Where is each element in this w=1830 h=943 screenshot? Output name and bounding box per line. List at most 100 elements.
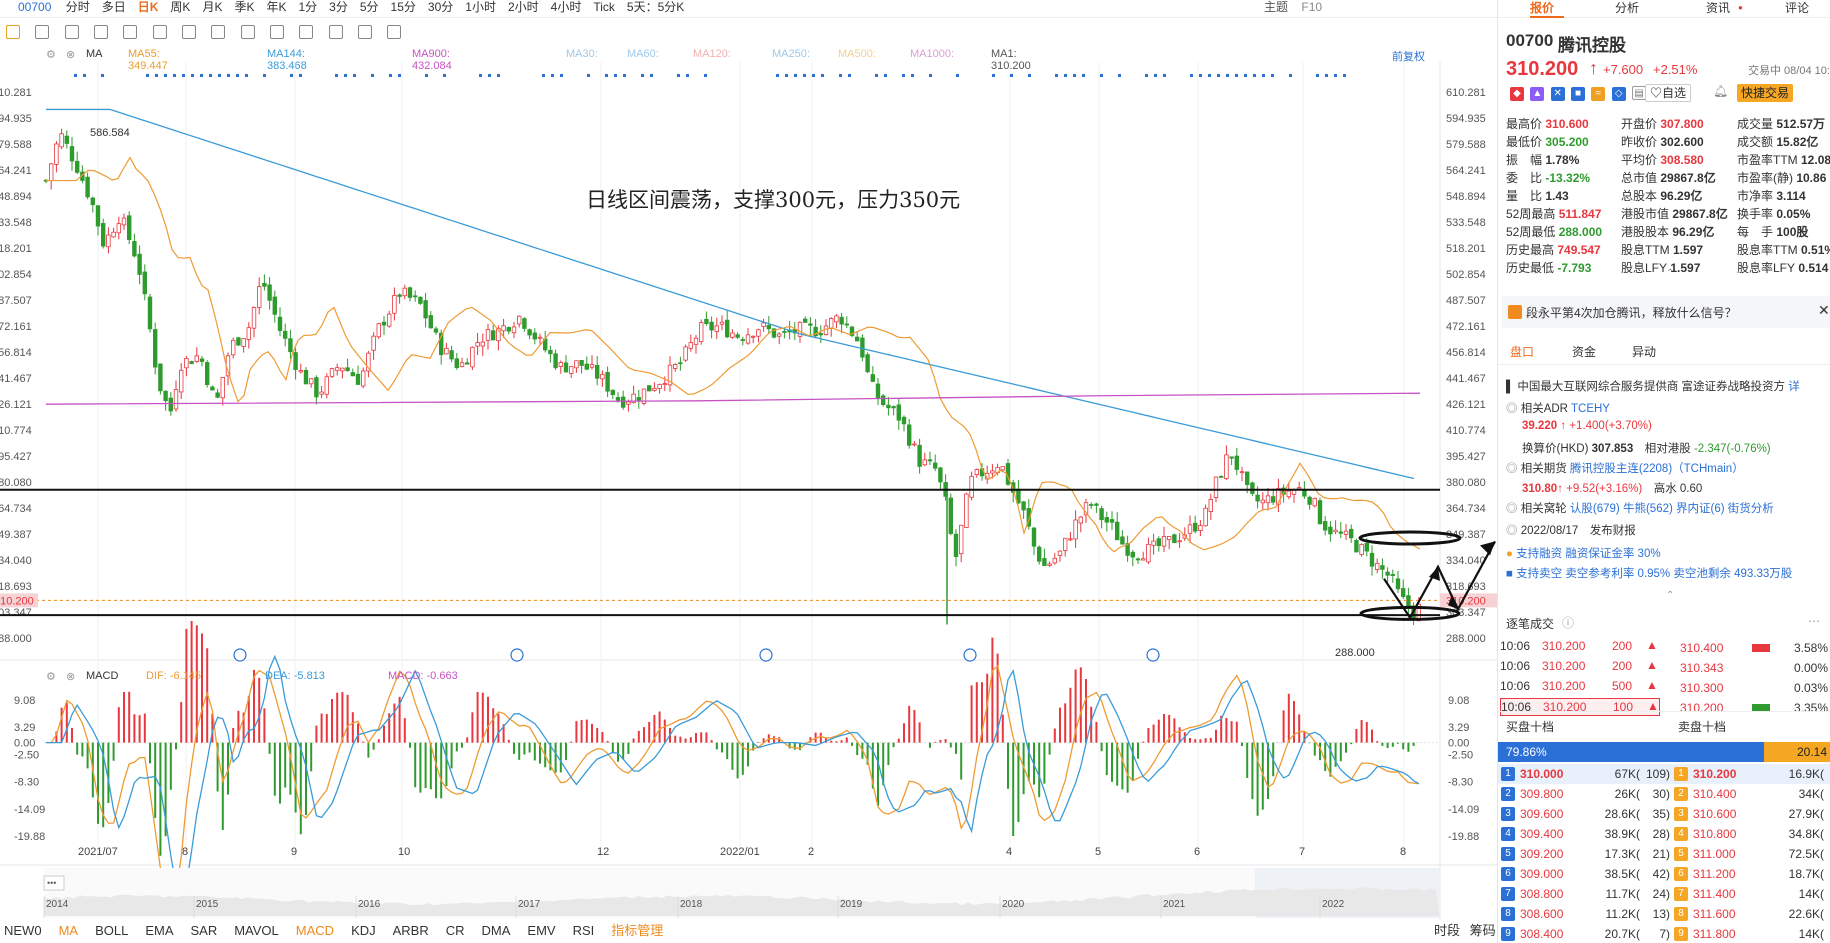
hk-icon[interactable]: ◆ — [1510, 87, 1524, 101]
event-dot — [146, 74, 149, 77]
candle-body — [589, 364, 595, 368]
futures-link[interactable]: 腾讯控股主连(2208)（TCHmain） — [1570, 463, 1744, 475]
event-dot — [884, 74, 887, 77]
adr-link[interactable]: TCEHY — [1571, 403, 1610, 415]
candle-body — [990, 470, 995, 474]
compare-icon[interactable]: ✕ — [1550, 87, 1565, 101]
indicator-4[interactable]: SAR — [190, 921, 217, 941]
street-link[interactable]: 街货分析 — [1728, 503, 1774, 515]
more-icon[interactable]: ⋯ — [1808, 614, 1820, 628]
more-link[interactable]: 详 — [1788, 381, 1800, 393]
main-chart[interactable]: 610.281 594.935 579.588 564.241 548.894 533.5… — [0, 0, 1497, 943]
indicator-7[interactable]: KDJ — [351, 921, 376, 941]
indicator-2[interactable]: BOLL — [95, 921, 128, 941]
candle-body — [1364, 542, 1369, 552]
macd-axis-label: -19.88 — [1448, 831, 1479, 843]
news-banner[interactable]: 段永平第4次加仓腾讯，释放什么信号？ ✕ — [1502, 296, 1830, 328]
tab-comments[interactable]: 评论 — [1785, 0, 1809, 16]
signal-icon[interactable]: ≈ — [1591, 87, 1606, 101]
candle-body — [834, 315, 839, 323]
candle-body — [927, 459, 933, 462]
close-icon[interactable]: ⊗ — [66, 670, 75, 683]
indicator-10[interactable]: DMA — [482, 921, 511, 941]
candle-body — [1146, 543, 1151, 563]
indicator-8[interactable]: ARBR — [393, 921, 429, 941]
tab-quote[interactable]: 报价 — [1530, 0, 1554, 16]
close-icon[interactable]: ✕ — [1818, 302, 1830, 319]
book-row[interactable]: 9 308.400 20.7K(7) 9 311.800 14K( — [1498, 924, 1830, 943]
book-row[interactable]: 6 309.000 38.5K(42) 6 311.200 18.7K( — [1498, 864, 1830, 884]
event-icon — [233, 648, 247, 662]
indicator-11[interactable]: EMV — [527, 921, 555, 941]
candle-body — [350, 372, 355, 377]
book-row[interactable]: 3 309.600 28.6K(35) 3 310.600 27.9K( — [1498, 804, 1830, 824]
indicator-12[interactable]: RSI — [573, 921, 595, 941]
event-dot — [1262, 74, 1265, 77]
side-price: 310.200 — [1506, 58, 1579, 80]
cbbc-link[interactable]: 牛熊(562) — [1623, 503, 1673, 515]
note-icon[interactable]: ▤ — [1632, 86, 1647, 100]
help-icon[interactable]: ⓘ — [1562, 614, 1574, 631]
warrant-link[interactable]: 认股(679) — [1570, 503, 1620, 515]
time-axis-label: 2022/01 — [720, 846, 760, 858]
gear-icon[interactable]: ⚙ — [46, 670, 56, 683]
candle-body — [418, 296, 423, 304]
news-text: 段永平第4次加仓腾讯，释放什么信号？ — [1526, 306, 1737, 320]
macd-left-label: -19.88 — [14, 831, 45, 843]
tab-analysis[interactable]: 分析 — [1615, 0, 1639, 16]
session-button[interactable]: 时段 — [1434, 923, 1460, 938]
macd-left-label: -8.30 — [14, 777, 39, 789]
grid-icon[interactable]: ■ — [1571, 87, 1586, 101]
chips-button[interactable]: 筹码 — [1470, 923, 1496, 938]
event-icon — [759, 648, 773, 662]
event-dot — [1010, 74, 1013, 77]
indicator-5[interactable]: MAVOL — [234, 921, 279, 941]
event-dot — [641, 74, 644, 77]
dea-value: DEA: -5.813 — [265, 670, 325, 682]
macd-label[interactable]: MACD — [86, 670, 118, 682]
book-row[interactable]: 2 309.800 26K(30) 2 310.400 34K( — [1498, 784, 1830, 804]
bell-icon[interactable]: 🔔︎ — [1713, 84, 1728, 98]
tab-funds[interactable]: 资金 — [1572, 343, 1596, 360]
book-row[interactable]: 4 309.400 38.9K(28) 4 310.800 34.8K( — [1498, 824, 1830, 844]
collapse-icon[interactable]: ⌃ — [1666, 590, 1674, 601]
inline-link[interactable]: 界内证(6) — [1676, 503, 1725, 515]
tab-movers[interactable]: 异动 — [1632, 343, 1656, 360]
time-axis-label: 4 — [1006, 846, 1012, 858]
price-axis-label: 288.000 — [1446, 633, 1486, 645]
tab-orderbook[interactable]: 盘口 — [1510, 343, 1534, 360]
indicator-0[interactable]: NEW0 — [4, 921, 42, 941]
price-axis-label: 533.548 — [1446, 217, 1486, 229]
candle-body — [1328, 526, 1333, 535]
candle-body — [111, 231, 116, 238]
event-dot — [794, 74, 797, 77]
left-axis-label: 487.507 — [0, 295, 32, 307]
candle-body — [106, 234, 111, 248]
fast-trade-button[interactable]: 快捷交易 — [1737, 84, 1794, 102]
tab-news[interactable]: 资讯 — [1706, 0, 1730, 16]
candle-body — [324, 376, 329, 395]
book-row[interactable]: 8 308.600 11.2K(13) 8 311.600 22.6K( — [1498, 904, 1830, 924]
indicator-6[interactable]: MACD — [296, 921, 334, 941]
collapse-icon[interactable]: ⌃ — [1666, 268, 1674, 279]
tag-icon[interactable]: ◇ — [1611, 87, 1626, 101]
indicator-9[interactable]: CR — [446, 921, 465, 941]
indicator-3[interactable]: EMA — [145, 921, 173, 941]
time-axis-label: 10 — [398, 846, 410, 858]
candle-body — [293, 352, 298, 370]
candle-body — [600, 373, 605, 380]
event-dot — [209, 74, 212, 77]
candle-body — [1167, 536, 1172, 541]
candle-body — [168, 397, 173, 412]
indicator-13[interactable]: 指标管理 — [611, 921, 663, 941]
book-row[interactable]: 5 309.200 17.3K(21) 5 311.000 72.5K( — [1498, 844, 1830, 864]
candle-body — [127, 215, 132, 241]
chart-icon[interactable]: ▲ — [1530, 87, 1545, 101]
watch-button[interactable]: ♡自选 — [1645, 84, 1692, 102]
book-row[interactable]: 1 310.000 67K(109) 1 310.200 16.9K( — [1498, 764, 1830, 784]
indicator-1[interactable]: MA — [59, 921, 79, 941]
indicator-bar: NEW0 MA BOLL EMA SAR MAVOL MACD KDJ ARBR CR DMA EMV… — [0, 921, 1497, 941]
event-dot — [1253, 74, 1256, 77]
event-dot — [1334, 74, 1337, 77]
book-row[interactable]: 7 308.800 11.7K(24) 7 311.400 14K( — [1498, 884, 1830, 904]
